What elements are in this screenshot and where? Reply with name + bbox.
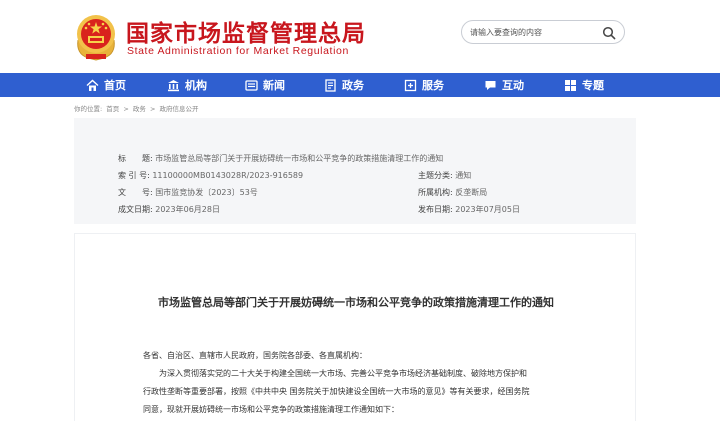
- article-paragraph-line: 行政性垄断等重要部署，按照《中共中央 国务院关于加快建设全国统一大市场的意见》等…: [143, 387, 530, 396]
- meta-title-key: 标 题:: [118, 154, 153, 163]
- meta-category-key: 主题分类:: [418, 171, 453, 180]
- search-box: [461, 20, 625, 44]
- site-title-en[interactable]: State Administration for Market Regulati…: [127, 45, 349, 57]
- meta-published-row: 发布日期: 2023年07月05日: [418, 204, 520, 215]
- nav-item-label: 机构: [185, 79, 207, 92]
- meta-index-key: 索 引 号:: [118, 171, 150, 180]
- nav-item-interaction[interactable]: 互动: [484, 73, 524, 97]
- nav-item-institution[interactable]: 机构: [167, 73, 207, 97]
- search-input[interactable]: [470, 25, 600, 39]
- meta-written-key: 成文日期:: [118, 205, 153, 214]
- breadcrumb-item-disclosure[interactable]: 政府信息公开: [160, 105, 199, 113]
- site-header: 国家市场监督管理总局 State Administration for Mark…: [0, 0, 720, 72]
- meta-published-key: 发布日期:: [418, 205, 453, 214]
- nav-item-label: 政务: [342, 79, 364, 92]
- article-salutation: 各省、自治区、直辖市人民政府，国务院各部委、各直属机构：: [143, 351, 367, 360]
- nav-item-topics[interactable]: 专题: [564, 73, 604, 97]
- home-icon: [86, 79, 99, 91]
- meta-written-row: 成文日期: 2023年06月28日: [118, 204, 220, 215]
- meta-docno-row: 文 号: 国市监竞协发〔2023〕53号: [118, 187, 258, 198]
- breadcrumb-prefix: 你的位置:: [74, 105, 103, 113]
- meta-published-value: 2023年07月05日: [455, 205, 520, 214]
- breadcrumb-separator: >: [149, 105, 156, 113]
- meta-org-row: 所属机构: 反垄断局: [418, 187, 487, 198]
- breadcrumb: 你的位置: 首页 > 政务 > 政府信息公开: [74, 103, 201, 113]
- national-emblem-icon[interactable]: [72, 10, 120, 62]
- institution-icon: [168, 79, 179, 91]
- meta-title-row: 标 题: 市场监管总局等部门关于开展妨碍统一市场和公平竞争的政策措施清理工作的通…: [118, 153, 443, 164]
- meta-docno-key: 文 号:: [118, 188, 153, 197]
- nav-item-news[interactable]: 新闻: [245, 73, 285, 97]
- meta-docno-value: 国市监竞协发〔2023〕53号: [155, 188, 258, 197]
- meta-written-value: 2023年06月28日: [155, 205, 220, 214]
- news-icon: [245, 79, 258, 91]
- site-title-cn[interactable]: 国家市场监督管理总局: [126, 14, 366, 48]
- document-meta-panel: 标 题: 市场监管总局等部门关于开展妨碍统一市场和公平竞争的政策措施清理工作的通…: [74, 118, 636, 224]
- article-paragraph-line: 为深入贯彻落实党的二十大关于构建全国统一大市场、完善公平竞争市场经济基础制度、破…: [159, 369, 527, 378]
- breadcrumb-item-affairs[interactable]: 政务: [133, 105, 146, 113]
- nav-item-label: 互动: [502, 79, 524, 92]
- topics-icon: [565, 79, 576, 91]
- article-paragraph-line: 同意，现就开展妨碍统一市场和公平竞争的政策措施清理工作通知如下：: [143, 405, 399, 414]
- meta-title-value: 市场监管总局等部门关于开展妨碍统一市场和公平竞争的政策措施清理工作的通知: [155, 154, 444, 163]
- service-icon: [404, 79, 417, 91]
- meta-index-row: 索 引 号: 11100000MB0143028R/2023-916589: [118, 170, 303, 181]
- meta-category-row: 主题分类: 通知: [418, 170, 471, 181]
- nav-item-label: 服务: [422, 79, 444, 92]
- government-affairs-icon: [325, 78, 336, 92]
- nav-item-label: 新闻: [263, 79, 285, 92]
- search-icon[interactable]: [602, 25, 616, 40]
- main-nav: 首页 机构 新闻 政务 服务 互动 专题: [0, 73, 720, 97]
- meta-org-key: 所属机构:: [418, 188, 453, 197]
- nav-item-label: 专题: [582, 79, 604, 92]
- meta-org-value: 反垄断局: [455, 188, 488, 197]
- meta-category-value: 通知: [455, 171, 472, 180]
- article-title: 市场监管总局等部门关于开展妨碍统一市场和公平竞争的政策措施清理工作的通知: [158, 296, 554, 309]
- meta-index-value: 11100000MB0143028R/2023-916589: [152, 171, 304, 180]
- nav-item-government-affairs[interactable]: 政务: [324, 73, 364, 97]
- nav-item-service[interactable]: 服务: [404, 73, 444, 97]
- interaction-icon: [485, 80, 496, 90]
- nav-item-home[interactable]: 首页: [86, 73, 126, 97]
- nav-item-label: 首页: [104, 79, 126, 92]
- breadcrumb-item-home[interactable]: 首页: [106, 105, 119, 113]
- breadcrumb-separator: >: [123, 105, 129, 113]
- article-body: 市场监管总局等部门关于开展妨碍统一市场和公平竞争的政策措施清理工作的通知 各省、…: [74, 233, 636, 421]
